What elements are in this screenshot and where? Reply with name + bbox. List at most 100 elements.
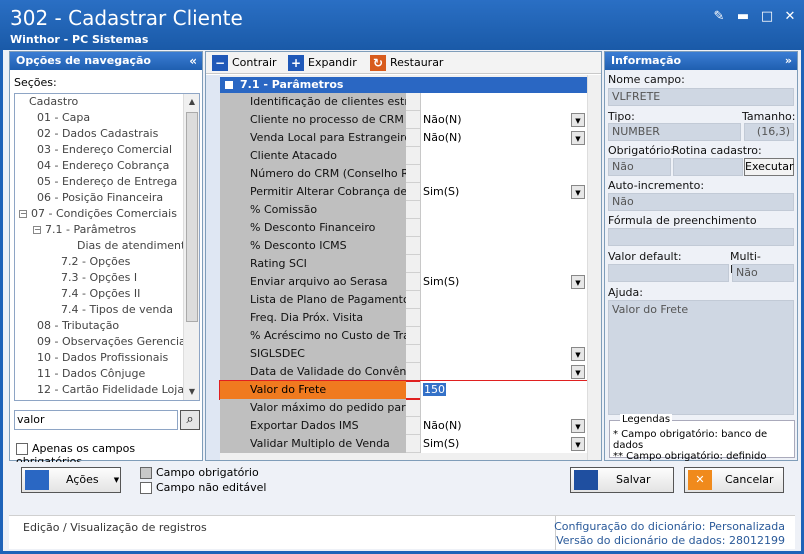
checkbox-box[interactable] <box>16 443 28 455</box>
grid-row-value[interactable] <box>420 399 587 417</box>
tree-item[interactable]: 7.4 - Opções II <box>15 286 199 302</box>
grid-row-value[interactable] <box>420 93 587 111</box>
grid-row-value[interactable]: Não(N) ▼ <box>420 111 587 129</box>
grid-row-value[interactable]: Sim(S) ▼ <box>420 273 587 291</box>
grid-row-value[interactable]: Não(N) ▼ <box>420 417 587 435</box>
actions-dropdown-icon[interactable]: ▼ <box>113 467 121 493</box>
grid-row-value[interactable]: Sim(S) ▼ <box>420 435 587 453</box>
tree-item[interactable]: −07 - Condições Comerciais <box>15 206 199 222</box>
search-icon[interactable]: ⌕ <box>180 410 200 430</box>
collapse-right-icon[interactable]: » <box>785 52 792 70</box>
edit-window-icon[interactable]: ✎ <box>711 9 727 25</box>
tree-item[interactable]: Cadastro <box>15 94 199 110</box>
dropdown-arrow-icon[interactable]: ▼ <box>571 365 585 379</box>
grid-row[interactable]: Identificação de clientes estrangei <box>220 93 587 111</box>
tree-item[interactable]: −7.1 - Parâmetros <box>15 222 199 238</box>
tree-item[interactable]: 7.2 - Opções <box>15 254 199 270</box>
grid-row-value[interactable] <box>420 219 587 237</box>
cancel-button[interactable]: ✕ Cancelar <box>684 467 784 493</box>
grid-row[interactable]: Valor máximo do pedido para cobra <box>220 399 587 417</box>
tree-item[interactable]: 10 - Dados Profissionais <box>15 350 199 366</box>
tree-item[interactable]: 08 - Tributação <box>15 318 199 334</box>
sections-tree[interactable]: Cadastro 01 - Capa 02 - Dados Cadastrais 03… <box>14 93 200 401</box>
grid-row-value[interactable] <box>420 147 587 165</box>
tree-item[interactable]: 05 - Endereço de Entrega <box>15 174 199 190</box>
scroll-up-icon[interactable]: ▲ <box>184 94 199 110</box>
section-header[interactable]: 7.1 - Parâmetros <box>220 77 587 93</box>
collapse-left-icon[interactable]: « <box>189 52 197 70</box>
tree-item[interactable]: 12 - Cartão Fidelidade Lojas <box>15 382 199 398</box>
restore-label: Restaurar <box>390 56 444 69</box>
tree-item[interactable]: 11 - Dados Cônjuge <box>15 366 199 382</box>
grid-row[interactable]: Cliente Atacado <box>220 147 587 165</box>
tree-item[interactable]: 06 - Posição Financeira <box>15 190 199 206</box>
grid-row[interactable]: Data de Validade do Convênio ▼ <box>220 363 587 381</box>
tree-item[interactable]: 01 - Capa <box>15 110 199 126</box>
maximize-icon[interactable]: □ <box>759 9 775 25</box>
dropdown-arrow-icon[interactable]: ▼ <box>571 275 585 289</box>
dropdown-arrow-icon[interactable]: ▼ <box>571 437 585 451</box>
grid-row-value[interactable]: ▼ <box>420 363 587 381</box>
grid-row[interactable]: SIGLSDEC ▼ <box>220 345 587 363</box>
grid-row-value[interactable]: Não(N) ▼ <box>420 129 587 147</box>
scroll-thumb[interactable] <box>186 112 198 322</box>
dropdown-arrow-icon[interactable]: ▼ <box>571 347 585 361</box>
grid-row-value[interactable]: ▼ <box>420 345 587 363</box>
tree-expander-icon[interactable]: − <box>33 226 41 234</box>
grid-row[interactable]: Cliente no processo de CRM Não(N) ▼ <box>220 111 587 129</box>
grid-row-value[interactable] <box>420 237 587 255</box>
tree-expander-icon[interactable]: − <box>19 210 27 218</box>
grid-row[interactable]: Número do CRM (Conselho Region <box>220 165 587 183</box>
grid-row[interactable]: Enviar arquivo ao Serasa Sim(S) ▼ <box>220 273 587 291</box>
grid-row[interactable]: Validar Multiplo de Venda Sim(S) ▼ <box>220 435 587 453</box>
execute-button[interactable]: Executar <box>744 158 794 176</box>
grid-row-label: % Acréscimo no Custo de Transfer <box>220 327 406 345</box>
expand-button[interactable]: + Expandir <box>288 55 357 71</box>
tree-item[interactable]: 03 - Endereço Comercial <box>15 142 199 158</box>
grid-row-value[interactable]: 150 <box>420 381 587 399</box>
grid-row[interactable]: % Desconto Financeiro <box>220 219 587 237</box>
grid-row-value[interactable] <box>420 309 587 327</box>
grid-row-value[interactable] <box>420 165 587 183</box>
grid-row[interactable]: Rating SCI <box>220 255 587 273</box>
tree-item[interactable]: 7.3 - Opções I <box>15 270 199 286</box>
tree-item[interactable]: Dias de atendimento <box>15 238 199 254</box>
default-label: Valor default: <box>608 250 682 263</box>
grid-row[interactable]: Permitir Alterar Cobrança de Título Sim(S… <box>220 183 587 201</box>
grid-row-value-text: Sim(S) <box>423 275 460 288</box>
minimize-icon[interactable]: ▬ <box>735 9 751 25</box>
grid-row[interactable]: Exportar Dados IMS Não(N) ▼ <box>220 417 587 435</box>
save-button[interactable]: Salvar <box>570 467 674 493</box>
section-search-input[interactable]: valor <box>14 410 178 430</box>
tree-scrollbar[interactable]: ▲ ▼ <box>183 94 199 400</box>
tree-item[interactable]: 7.4 - Tipos de venda <box>15 302 199 318</box>
grid-row-value[interactable] <box>420 255 587 273</box>
grid-row[interactable]: Lista de Plano de Pagamento (Polít <box>220 291 587 309</box>
grid-scrollbar[interactable] <box>587 75 601 460</box>
grid-row-value[interactable] <box>420 327 587 345</box>
action-bar: Ações ▼ Campo obrigatório Campo não edit… <box>9 462 795 504</box>
close-icon[interactable]: ✕ <box>782 9 798 25</box>
grid-row[interactable]: Venda Local para Estrangeiro Não(N) ▼ <box>220 129 587 147</box>
scroll-down-icon[interactable]: ▼ <box>184 384 199 400</box>
grid-row-value[interactable] <box>420 291 587 309</box>
contract-button[interactable]: − Contrair <box>212 55 277 71</box>
dropdown-arrow-icon[interactable]: ▼ <box>571 185 585 199</box>
grid-row[interactable]: Valor do Frete 150 <box>219 380 588 400</box>
dropdown-arrow-icon[interactable]: ▼ <box>571 113 585 127</box>
tree-item[interactable]: 04 - Endereço Cobrança <box>15 158 199 174</box>
dropdown-arrow-icon[interactable]: ▼ <box>571 131 585 145</box>
actions-button[interactable]: Ações <box>21 467 121 493</box>
grid-row-value[interactable]: Sim(S) ▼ <box>420 183 587 201</box>
dropdown-arrow-icon[interactable]: ▼ <box>571 419 585 433</box>
grid-row[interactable]: Freq. Dia Próx. Visita <box>220 309 587 327</box>
collapse-section-icon[interactable] <box>225 81 233 89</box>
tree-item-label: 07 - Condições Comerciais <box>31 207 177 220</box>
grid-row[interactable]: % Desconto ICMS <box>220 237 587 255</box>
tree-item[interactable]: 02 - Dados Cadastrais <box>15 126 199 142</box>
tree-item[interactable]: 09 - Observações Gerenciais <box>15 334 199 350</box>
restore-button[interactable]: ↻ Restaurar <box>370 55 443 71</box>
grid-row[interactable]: % Acréscimo no Custo de Transfer <box>220 327 587 345</box>
grid-row[interactable]: % Comissão <box>220 201 587 219</box>
grid-row-value[interactable] <box>420 201 587 219</box>
